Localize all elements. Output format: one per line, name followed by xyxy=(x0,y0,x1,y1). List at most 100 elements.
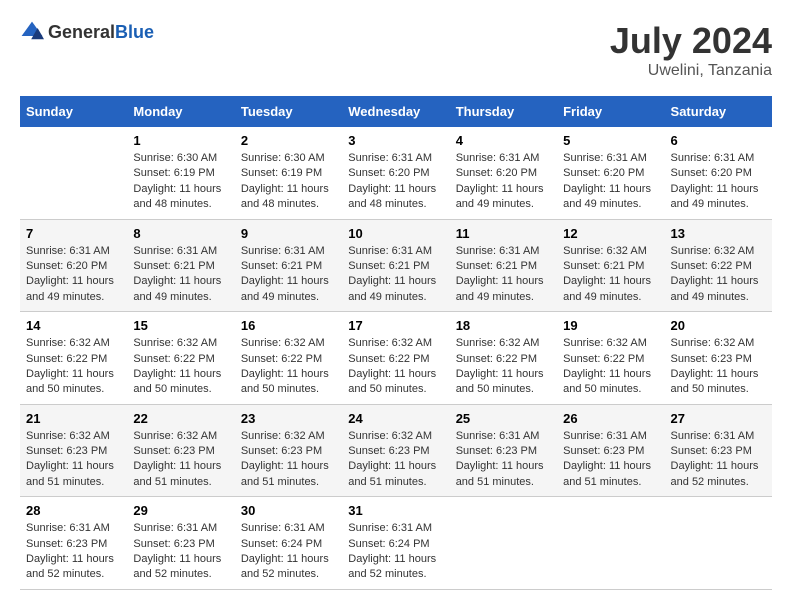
day-number: 12 xyxy=(563,226,658,241)
day-number: 4 xyxy=(456,133,551,148)
day-info: Sunrise: 6:32 AMSunset: 6:23 PMDaylight:… xyxy=(133,429,228,491)
header-row: SundayMondayTuesdayWednesdayThursdayFrid… xyxy=(20,96,772,127)
day-number: 19 xyxy=(563,318,658,333)
day-info: Sunrise: 6:31 AMSunset: 6:20 PMDaylight:… xyxy=(563,151,658,213)
calendar-cell: 28 Sunrise: 6:31 AMSunset: 6:23 PMDayligh… xyxy=(20,497,127,590)
calendar-cell: 9 Sunrise: 6:31 AMSunset: 6:21 PMDaylight… xyxy=(235,219,342,312)
calendar-cell: 2 Sunrise: 6:30 AMSunset: 6:19 PMDaylight… xyxy=(235,127,342,219)
day-number: 30 xyxy=(241,503,336,518)
day-number: 27 xyxy=(671,411,766,426)
day-info: Sunrise: 6:32 AMSunset: 6:23 PMDaylight:… xyxy=(671,336,766,398)
header-cell-sunday: Sunday xyxy=(20,96,127,127)
day-info: Sunrise: 6:32 AMSunset: 6:21 PMDaylight:… xyxy=(563,244,658,306)
calendar-cell: 5Sunrise: 6:31 AMSunset: 6:20 PMDaylight… xyxy=(557,127,664,219)
day-number: 3 xyxy=(348,133,443,148)
day-info: Sunrise: 6:31 AMSunset: 6:23 PMDaylight:… xyxy=(26,521,121,583)
day-number: 11 xyxy=(456,226,551,241)
day-info: Sunrise: 6:30 AMSunset: 6:19 PMDaylight:… xyxy=(241,151,336,213)
day-number: 20 xyxy=(671,318,766,333)
calendar-cell: 25 Sunrise: 6:31 AMSunset: 6:23 PMDayligh… xyxy=(450,404,557,497)
day-number: 26 xyxy=(563,411,658,426)
day-info: Sunrise: 6:32 AMSunset: 6:22 PMDaylight:… xyxy=(133,336,228,398)
day-info: Sunrise: 6:31 AMSunset: 6:20 PMDaylight:… xyxy=(26,244,121,306)
calendar-cell: 14 Sunrise: 6:32 AMSunset: 6:22 PMDayligh… xyxy=(20,312,127,405)
calendar-cell: 11 Sunrise: 6:31 AMSunset: 6:21 PMDayligh… xyxy=(450,219,557,312)
page-header: GeneralBlue July 2024 Uwelini, Tanzania xyxy=(20,20,772,80)
header-cell-friday: Friday xyxy=(557,96,664,127)
day-number: 10 xyxy=(348,226,443,241)
day-number: 14 xyxy=(26,318,121,333)
week-row-5: 28 Sunrise: 6:31 AMSunset: 6:23 PMDayligh… xyxy=(20,497,772,590)
day-number: 6 xyxy=(671,133,766,148)
calendar-cell: 13 Sunrise: 6:32 AMSunset: 6:22 PMDayligh… xyxy=(665,219,772,312)
day-info: Sunrise: 6:31 AMSunset: 6:20 PMDaylight:… xyxy=(456,151,551,213)
logo-icon xyxy=(20,20,44,44)
day-number: 23 xyxy=(241,411,336,426)
logo-text-general: General xyxy=(48,22,115,42)
subtitle: Uwelini, Tanzania xyxy=(610,62,772,80)
calendar-cell: 16 Sunrise: 6:32 AMSunset: 6:22 PMDayligh… xyxy=(235,312,342,405)
calendar-cell: 4 Sunrise: 6:31 AMSunset: 6:20 PMDaylight… xyxy=(450,127,557,219)
calendar-cell: 20 Sunrise: 6:32 AMSunset: 6:23 PMDayligh… xyxy=(665,312,772,405)
day-info: Sunrise: 6:31 AMSunset: 6:23 PMDaylight:… xyxy=(133,521,228,583)
calendar-body: 1 Sunrise: 6:30 AMSunset: 6:19 PMDaylight… xyxy=(20,127,772,589)
header-cell-monday: Monday xyxy=(127,96,234,127)
calendar-cell: 27 Sunrise: 6:31 AMSunset: 6:23 PMDayligh… xyxy=(665,404,772,497)
calendar-cell: 21Sunrise: 6:32 AMSunset: 6:23 PMDayligh… xyxy=(20,404,127,497)
logo: GeneralBlue xyxy=(20,20,154,44)
day-number: 8 xyxy=(133,226,228,241)
day-number: 24 xyxy=(348,411,443,426)
week-row-2: 7Sunrise: 6:31 AMSunset: 6:20 PMDaylight… xyxy=(20,219,772,312)
day-info: Sunrise: 6:32 AMSunset: 6:23 PMDaylight:… xyxy=(241,429,336,491)
day-info: Sunrise: 6:32 AMSunset: 6:22 PMDaylight:… xyxy=(671,244,766,306)
day-number: 2 xyxy=(241,133,336,148)
calendar-cell: 7Sunrise: 6:31 AMSunset: 6:20 PMDaylight… xyxy=(20,219,127,312)
calendar-cell: 12 Sunrise: 6:32 AMSunset: 6:21 PMDayligh… xyxy=(557,219,664,312)
day-info: Sunrise: 6:31 AMSunset: 6:23 PMDaylight:… xyxy=(456,429,551,491)
day-info: Sunrise: 6:31 AMSunset: 6:23 PMDaylight:… xyxy=(671,429,766,491)
calendar-cell: 6 Sunrise: 6:31 AMSunset: 6:20 PMDaylight… xyxy=(665,127,772,219)
title-block: July 2024 Uwelini, Tanzania xyxy=(610,20,772,80)
day-info: Sunrise: 6:30 AMSunset: 6:19 PMDaylight:… xyxy=(133,151,228,213)
calendar-cell xyxy=(665,497,772,590)
day-info: Sunrise: 6:32 AMSunset: 6:22 PMDaylight:… xyxy=(456,336,551,398)
day-number: 25 xyxy=(456,411,551,426)
day-number: 16 xyxy=(241,318,336,333)
day-info: Sunrise: 6:31 AMSunset: 6:24 PMDaylight:… xyxy=(241,521,336,583)
day-info: Sunrise: 6:31 AMSunset: 6:20 PMDaylight:… xyxy=(671,151,766,213)
day-number: 1 xyxy=(133,133,228,148)
calendar-cell: 10 Sunrise: 6:31 AMSunset: 6:21 PMDayligh… xyxy=(342,219,449,312)
day-number: 18 xyxy=(456,318,551,333)
day-info: Sunrise: 6:32 AMSunset: 6:22 PMDaylight:… xyxy=(241,336,336,398)
week-row-4: 21 Sunrise: 6:32 AMSunset: 6:23 PMDayligh… xyxy=(20,404,772,497)
calendar-cell: 15 Sunrise: 6:32 AMSunset: 6:22 PMDayligh… xyxy=(127,312,234,405)
calendar-cell xyxy=(450,497,557,590)
day-info: Sunrise: 6:32 AMSunset: 6:22 PMDaylight:… xyxy=(563,336,658,398)
calendar-cell xyxy=(557,497,664,590)
calendar-cell: 17Sunrise: 6:32 AMSunset: 6:22 PMDayligh… xyxy=(342,312,449,405)
calendar-cell: 24 Sunrise: 6:32 AMSunset: 6:23 PMDayligh… xyxy=(342,404,449,497)
day-info: Sunrise: 6:31 AMSunset: 6:21 PMDaylight:… xyxy=(348,244,443,306)
calendar-cell: 22 Sunrise: 6:32 AMSunset: 6:23 PMDayligh… xyxy=(127,404,234,497)
day-info: Sunrise: 6:32 AMSunset: 6:22 PMDaylight:… xyxy=(26,336,121,398)
calendar-cell: 1 Sunrise: 6:30 AMSunset: 6:19 PMDaylight… xyxy=(127,127,234,219)
day-info: Sunrise: 6:31 AMSunset: 6:20 PMDaylight:… xyxy=(348,151,443,213)
day-number: 22 xyxy=(133,411,228,426)
header-cell-tuesday: Tuesday xyxy=(235,96,342,127)
day-info: Sunrise: 6:32 AMSunset: 6:22 PMDaylight:… xyxy=(348,336,443,398)
week-row-1: 1 Sunrise: 6:30 AMSunset: 6:19 PMDaylight… xyxy=(20,127,772,219)
day-number: 21 xyxy=(26,411,121,426)
calendar-cell: 26Sunrise: 6:31 AMSunset: 6:23 PMDayligh… xyxy=(557,404,664,497)
day-number: 9 xyxy=(241,226,336,241)
day-info: Sunrise: 6:31 AMSunset: 6:21 PMDaylight:… xyxy=(456,244,551,306)
day-info: Sunrise: 6:32 AMSunset: 6:23 PMDaylight:… xyxy=(348,429,443,491)
day-number: 15 xyxy=(133,318,228,333)
day-info: Sunrise: 6:31 AMSunset: 6:21 PMDaylight:… xyxy=(241,244,336,306)
day-number: 13 xyxy=(671,226,766,241)
calendar-cell: 8Sunrise: 6:31 AMSunset: 6:21 PMDaylight… xyxy=(127,219,234,312)
day-number: 31 xyxy=(348,503,443,518)
calendar-table: SundayMondayTuesdayWednesdayThursdayFrid… xyxy=(20,96,772,590)
calendar-cell: 29Sunrise: 6:31 AMSunset: 6:23 PMDayligh… xyxy=(127,497,234,590)
day-number: 28 xyxy=(26,503,121,518)
calendar-cell: 23 Sunrise: 6:32 AMSunset: 6:23 PMDayligh… xyxy=(235,404,342,497)
